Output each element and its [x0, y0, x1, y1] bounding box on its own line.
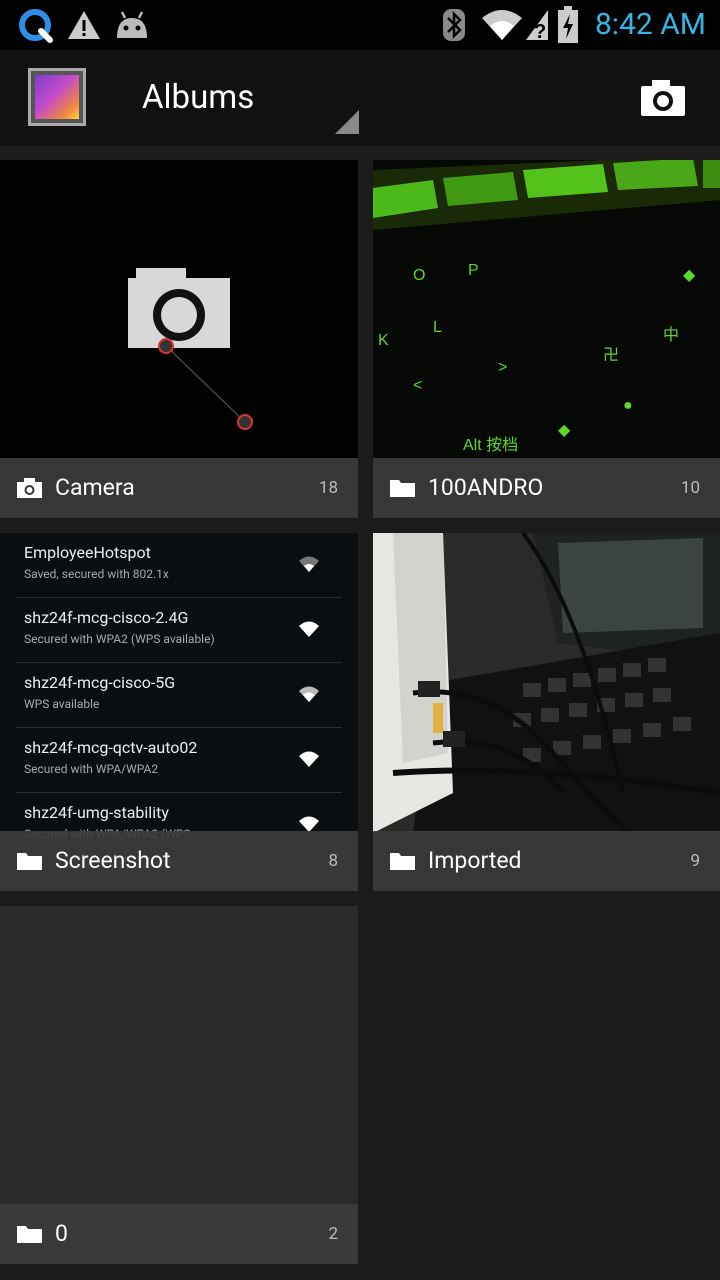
camera-icon	[17, 478, 42, 498]
divider	[0, 146, 720, 160]
wifi-lock-icon	[299, 556, 319, 572]
wifi-network-status: Secured with WPA/WPA2	[24, 762, 159, 776]
wifi-network-name: shz24f-mcg-cisco-2.4G	[24, 608, 189, 627]
wifi-network-name: EmployeeHotspot	[24, 543, 151, 562]
browser-icon	[16, 8, 54, 43]
android-icon	[112, 8, 152, 42]
album-tile-imported[interactable]: Imported 9	[373, 533, 720, 891]
wifi-icon	[299, 686, 319, 702]
wifi-network-status: WPS available	[24, 697, 100, 711]
album-tile-0[interactable]: 0 2	[0, 906, 358, 1264]
status-bar: ? 8:42 AM	[0, 0, 720, 50]
album-name: 0	[55, 1220, 68, 1247]
album-count: 9	[690, 851, 700, 871]
svg-text:●: ●	[623, 397, 633, 414]
album-label: Screenshot 8	[0, 831, 358, 891]
svg-text:Alt 按档: Alt 按档	[463, 436, 518, 454]
album-spinner-title[interactable]: Albums	[142, 78, 254, 118]
spinner-indicator-icon[interactable]	[335, 110, 359, 134]
album-count: 18	[318, 478, 338, 498]
laptop-photo-thumbnail	[373, 533, 720, 836]
wifi-lock-icon	[299, 621, 319, 637]
wifi-screenshot-thumbnail: EmployeeHotspot Saved, secured with 802.…	[0, 533, 358, 858]
clock: 8:42 AM	[594, 7, 706, 42]
svg-text:<: <	[413, 377, 422, 394]
album-count: 2	[328, 1224, 338, 1244]
svg-text:◆: ◆	[558, 422, 571, 439]
folder-icon	[17, 1226, 42, 1243]
keyboard-photo-thumbnail: O P K L < > 卍 中 Alt 按档 ● ◆ ◆	[373, 160, 720, 460]
list-item: shz24f-mcg-cisco-2.4G Secured with WPA2 …	[16, 598, 342, 663]
wifi-network-name: shz24f-mcg-cisco-5G	[24, 673, 176, 692]
album-name: Imported	[428, 847, 522, 874]
battery-charging-icon	[556, 6, 580, 43]
svg-text:?: ?	[534, 21, 546, 42]
camera-thumbnail	[0, 160, 358, 460]
svg-text:◆: ◆	[683, 267, 696, 284]
album-tile-camera[interactable]: Camera 18	[0, 160, 358, 518]
folder-icon	[390, 853, 415, 870]
album-count: 8	[328, 851, 338, 871]
wifi-icon	[480, 8, 524, 42]
svg-text:中: 中	[663, 326, 679, 344]
album-label: 100ANDRO 10	[373, 458, 720, 518]
album-tile-100andro[interactable]: O P K L < > 卍 中 Alt 按档 ● ◆ ◆ 100ANDRO 10	[373, 160, 720, 518]
svg-text:P: P	[468, 262, 479, 279]
gallery-app-icon[interactable]	[28, 68, 86, 126]
list-item: shz24f-mcg-qctv-auto02 Secured with WPA/…	[16, 728, 342, 793]
list-item: shz24f-mcg-cisco-5G WPS available	[16, 663, 342, 728]
action-bar: Albums	[0, 50, 720, 146]
bluetooth-icon	[440, 8, 468, 42]
wifi-network-name: shz24f-mcg-qctv-auto02	[24, 738, 198, 757]
svg-text:O: O	[413, 267, 425, 284]
svg-text:K: K	[378, 332, 389, 349]
album-name: Camera	[55, 474, 135, 501]
album-count: 10	[680, 478, 700, 498]
album-label: Camera 18	[0, 458, 358, 518]
album-label: 0 2	[0, 1204, 358, 1264]
warning-icon	[66, 8, 102, 42]
list-item: EmployeeHotspot Saved, secured with 802.…	[16, 533, 342, 598]
wifi-network-status: Saved, secured with 802.1x	[24, 567, 169, 581]
wifi-network-name: shz24f-umg-stability	[24, 803, 169, 822]
folder-icon	[390, 480, 415, 497]
album-tile-screenshot[interactable]: EmployeeHotspot Saved, secured with 802.…	[0, 533, 358, 891]
album-name: Screenshot	[55, 847, 171, 874]
album-name: 100ANDRO	[428, 474, 544, 501]
svg-text:卍: 卍	[603, 346, 619, 364]
camera-icon[interactable]	[638, 78, 688, 118]
folder-icon	[17, 853, 42, 870]
wifi-lock-icon	[299, 751, 319, 767]
svg-text:>: >	[498, 359, 507, 376]
no-signal-icon: ?	[524, 8, 550, 42]
svg-text:L: L	[433, 319, 442, 336]
wifi-network-status: Secured with WPA2 (WPS available)	[24, 632, 215, 646]
album-label: Imported 9	[373, 831, 720, 891]
